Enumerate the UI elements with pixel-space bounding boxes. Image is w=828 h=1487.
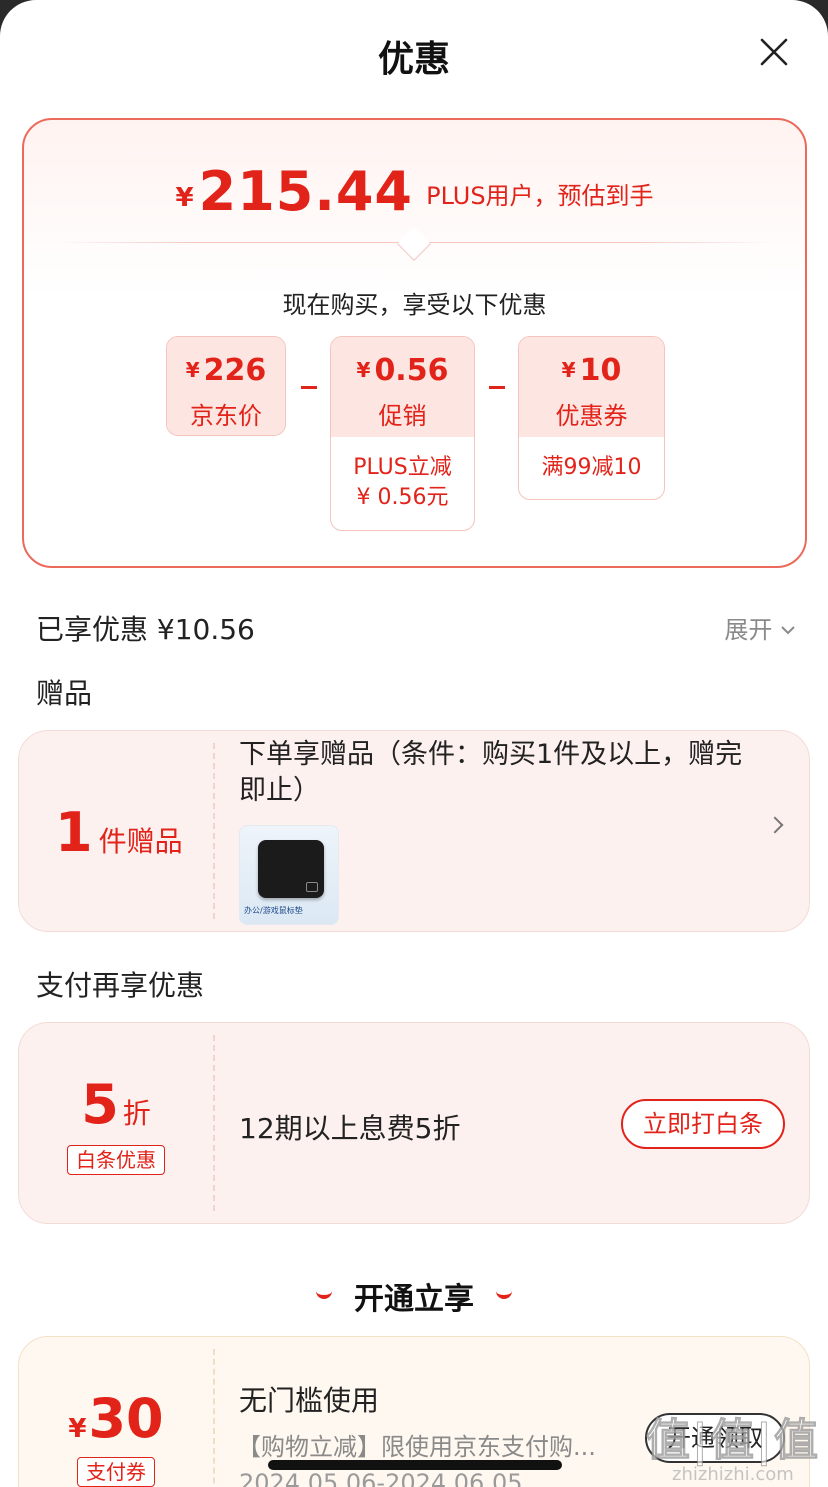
coupon-amount: ¥30 xyxy=(19,1387,213,1450)
currency-symbol: ¥ xyxy=(356,358,371,382)
discount-number: 5 xyxy=(81,1073,119,1136)
coupon-label: 优惠券 xyxy=(555,402,628,430)
gifts-section-title: 赠品 xyxy=(36,677,93,710)
estimated-amount: 215.44 xyxy=(198,160,414,223)
coupon-description: 【购物立减】限使用京东支付购... xyxy=(237,1433,596,1461)
decor-curve-icon xyxy=(496,1291,512,1299)
gift-description: 下单享赠品（条件：购买1件及以上，赠完即止） xyxy=(239,739,743,806)
promo-box: ¥0.56 促销 PLUS立减 ¥ 0.56元 xyxy=(330,336,475,531)
expand-toggle[interactable]: 展开 xyxy=(724,610,796,645)
pointer-notch xyxy=(397,227,431,261)
coupon-tag: 支付券 xyxy=(77,1457,155,1487)
promotion-sheet: 优惠 ¥ 215.44 PLUS用户，预估到手 现在购买，享受以下优惠 ¥226… xyxy=(0,0,828,1487)
jd-price-box: ¥226 京东价 xyxy=(166,336,286,436)
payment-section-title: 支付再享优惠 xyxy=(36,969,205,1002)
close-icon[interactable] xyxy=(758,36,790,68)
currency-symbol: ¥ xyxy=(561,358,576,382)
currency-symbol: ¥ xyxy=(68,1414,87,1444)
gift-image[interactable]: 办公/游戏鼠标垫 xyxy=(239,825,339,925)
currency-symbol: ¥ xyxy=(185,358,200,382)
coupon-title: 无门槛使用 xyxy=(239,1384,380,1417)
promo-detail-line2: ¥ 0.56元 xyxy=(356,485,449,510)
dashed-divider xyxy=(213,743,215,919)
mousepad-image xyxy=(258,840,324,898)
jd-price-top: ¥226 京东价 xyxy=(167,337,285,435)
discount-unit: 折 xyxy=(122,1097,151,1130)
promo-value: ¥0.56 xyxy=(331,337,474,388)
coupon-value-amount: 10 xyxy=(579,353,622,388)
chevron-right-icon[interactable] xyxy=(766,816,784,834)
sheet-title: 优惠 xyxy=(377,39,450,80)
baitiao-card: 5折 白条优惠 12期以上息费5折 立即打白条 xyxy=(18,1022,810,1224)
coupon-value: ¥10 xyxy=(519,337,664,388)
baitiao-tag: 白条优惠 xyxy=(67,1145,165,1175)
decor-curve-icon xyxy=(316,1291,332,1299)
minus-sign xyxy=(301,386,317,389)
enjoyed-discount: 已享优惠 ¥10.56 xyxy=(36,613,255,646)
sheet-header: 优惠 xyxy=(0,0,828,100)
expand-label: 展开 xyxy=(724,616,773,644)
jd-price-label: 京东价 xyxy=(190,402,262,430)
promo-detail-line1: PLUS立减 xyxy=(353,455,452,480)
open-section-title: 开通立享 xyxy=(0,1274,828,1318)
coupon-amount-number: 30 xyxy=(88,1387,164,1450)
price-summary-card: ¥ 215.44 PLUS用户，预估到手 现在购买，享受以下优惠 ¥226 京东… xyxy=(22,118,807,568)
promo-label: 促销 xyxy=(378,402,427,430)
minus-sign xyxy=(489,386,505,389)
dashed-divider xyxy=(213,1035,215,1211)
gift-count: 1 件赠品 xyxy=(55,801,183,864)
baitiao-button[interactable]: 立即打白条 xyxy=(621,1099,785,1149)
coupon-box: ¥10 优惠券 满99减10 xyxy=(518,336,665,500)
chevron-down-icon xyxy=(781,626,795,635)
gift-count-number: 1 xyxy=(55,801,93,864)
jd-price-amount: 226 xyxy=(203,353,267,388)
open-section-title-text: 开通立享 xyxy=(354,1282,474,1317)
baitiao-description: 12期以上息费5折 xyxy=(239,1112,461,1145)
dashed-divider xyxy=(213,1349,215,1487)
promo-top: ¥0.56 促销 xyxy=(331,337,474,437)
promo-detail: PLUS立减 ¥ 0.56元 xyxy=(331,437,474,513)
home-indicator[interactable] xyxy=(268,1460,562,1470)
estimated-currency: ¥ xyxy=(175,183,194,213)
estimated-price: ¥ 215.44 PLUS用户，预估到手 xyxy=(24,160,805,223)
watermark-logo: 值|值|值 xyxy=(645,1415,820,1467)
discount-value: 5折 xyxy=(19,1073,213,1136)
promo-amount: 0.56 xyxy=(374,353,449,388)
gift-card[interactable]: 1 件赠品 下单享赠品（条件：购买1件及以上，赠完即止） 办公/游戏鼠标垫 xyxy=(18,730,810,932)
coupon-date: 2024.05.06-2024.06.05 xyxy=(239,1469,523,1487)
jd-price-value: ¥226 xyxy=(167,337,285,388)
estimated-note: PLUS用户，预估到手 xyxy=(426,182,654,210)
buy-now-text: 现在购买，享受以下优惠 xyxy=(282,291,547,319)
coupon-top: ¥10 优惠券 xyxy=(519,337,664,437)
gift-image-caption: 办公/游戏鼠标垫 xyxy=(244,906,303,915)
coupon-detail: 满99减10 xyxy=(541,455,642,480)
gift-count-unit: 件赠品 xyxy=(98,825,183,858)
watermark: 值|值|值 zhizhizhi.com xyxy=(645,1404,820,1486)
